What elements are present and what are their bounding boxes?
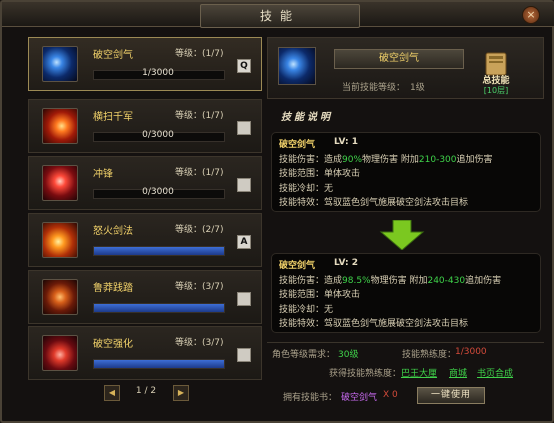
skill-name: 怒火剑法 <box>93 226 133 237</box>
proficiency-value: 1/3000 <box>455 347 487 357</box>
hotkey-slot[interactable]: A <box>237 235 251 249</box>
damage-line: 技能伤害：造成98.5%物理伤害 附加240-430追加伤害 <box>279 276 502 286</box>
level-value: LV: 2 <box>334 258 359 268</box>
role-level-value: 30级 <box>338 350 359 360</box>
level-info-box: 破空剑气 LV: 1 技能伤害：造成90%物理伤害 附加210-300追加伤害 … <box>271 132 541 212</box>
skill-progress-bar <box>93 359 225 369</box>
owned-books-row: 拥有技能书： 破空剑气 X 0 一键使用 <box>267 385 544 405</box>
pager: ◀ 1 / 2 ▶ <box>28 383 264 403</box>
use-all-button[interactable]: 一键使用 <box>417 387 485 404</box>
blue-slash-icon <box>278 47 316 85</box>
skill-row[interactable]: 破空剑气 等级：(1/7) 1/3000 Q <box>28 37 262 91</box>
window-title: 技能 <box>200 4 360 28</box>
skill-row[interactable]: 横扫千军 等级：(1/7) 0/3000 <box>28 99 262 153</box>
next-page-button[interactable]: ▶ <box>173 385 189 401</box>
skill-row[interactable]: 鲁莽践踏 等级：(3/7) <box>28 270 262 324</box>
source-link[interactable]: 商城 <box>449 366 467 379</box>
selected-skill-header: 破空剑气 当前技能等级： 1级 总技能 [10层] <box>267 37 544 99</box>
role-level-label: 角色等级需求： <box>272 350 336 360</box>
skill-level: 等级：(3/7) <box>175 282 224 292</box>
level-info-box: 破空剑气 LV: 2 技能伤害：造成98.5%物理伤害 附加240-430追加伤… <box>271 253 541 333</box>
effect-line: 技能特效：驾驭蓝色剑气施展破空剑法攻击目标 <box>279 198 469 208</box>
proficiency-sources: 获得技能熟练度： 巴王大厘 商城 书页合成 <box>267 363 544 379</box>
skill-name: 破空剑气 <box>93 50 133 61</box>
skill-progress-bar <box>93 303 225 313</box>
fire-sweep-icon <box>42 108 78 144</box>
owned-book-count: X 0 <box>383 390 398 400</box>
skill-level: 等级：(1/7) <box>175 111 224 121</box>
range-line: 技能范围：单体攻击 <box>279 290 361 300</box>
description-header: 技能说明 <box>267 107 544 123</box>
current-level-label: 当前技能等级： <box>342 83 406 93</box>
range-line: 技能范围：单体攻击 <box>279 169 361 179</box>
requirements-row: 角色等级需求： 30级 技能熟练度： 1/3000 <box>267 342 544 361</box>
owned-book-name: 破空剑气 <box>341 393 378 403</box>
level-skill-name: 破空剑气 <box>279 140 316 150</box>
skill-row[interactable]: 冲锋 等级：(1/7) 0/3000 <box>28 156 262 210</box>
hotkey-slot[interactable] <box>237 348 251 362</box>
blue-slash-icon <box>42 46 78 82</box>
skill-window: 技能 × 破空剑气 等级：(1/7) 1/3000 Q 横扫千军 等级：(1/7… <box>0 0 554 423</box>
prev-page-button[interactable]: ◀ <box>104 385 120 401</box>
cooldown-line: 技能冷却：无 <box>279 305 334 315</box>
skill-row[interactable]: 破空强化 等级：(3/7) <box>28 326 262 380</box>
owned-books-label: 拥有技能书： <box>283 393 338 403</box>
skill-book-sub: [10层] <box>483 86 509 95</box>
skill-level: 等级：(3/7) <box>175 338 224 348</box>
skill-progress-text: 1/3000 <box>142 68 174 78</box>
page-indicator: 1 / 2 <box>135 386 157 396</box>
skill-detail-panel: 破空剑气 当前技能等级： 1级 总技能 [10层] 技能说明 破空剑气 LV: … <box>267 37 544 407</box>
current-level-value: 1级 <box>410 83 425 93</box>
skill-name: 横扫千军 <box>93 112 133 123</box>
skill-name: 冲锋 <box>93 169 113 180</box>
skill-level: 等级：(1/7) <box>175 49 224 59</box>
description-title: 技能说明 <box>281 112 333 123</box>
source-link[interactable]: 书页合成 <box>477 366 513 379</box>
damage-line: 技能伤害：造成90%物理伤害 附加210-300追加伤害 <box>279 155 493 165</box>
stomp-icon <box>42 279 78 315</box>
level-value: LV: 1 <box>334 137 359 147</box>
title-bar: 技能 × <box>2 2 554 28</box>
sources-label: 获得技能熟练度： <box>329 369 402 379</box>
cooldown-line: 技能冷却：无 <box>279 184 334 194</box>
effect-line: 技能特效：驾驭蓝色剑气施展破空剑法攻击目标 <box>279 319 469 329</box>
selected-skill-name: 破空剑气 <box>334 49 464 69</box>
charge-icon <box>42 165 78 201</box>
hotkey-slot[interactable]: Q <box>237 59 251 73</box>
down-arrow-icon <box>379 220 425 250</box>
skill-row[interactable]: 怒火剑法 等级：(2/7) A <box>28 213 262 267</box>
skill-progress-text: 0/3000 <box>142 130 174 140</box>
skill-name: 破空强化 <box>93 339 133 350</box>
skill-level: 等级：(1/7) <box>175 168 224 178</box>
skill-progress-bar <box>93 246 225 256</box>
skill-progress-text: 0/3000 <box>142 187 174 197</box>
skill-list: 破空剑气 等级：(1/7) 1/3000 Q 横扫千军 等级：(1/7) 0/3… <box>28 37 264 402</box>
proficiency-label: 技能熟练度： <box>402 350 457 360</box>
fire-sword-icon <box>42 222 78 258</box>
empower-icon <box>42 335 78 371</box>
source-link[interactable]: 巴王大厘 <box>401 366 437 379</box>
hotkey-slot[interactable] <box>237 178 251 192</box>
skill-level: 等级：(2/7) <box>175 225 224 235</box>
skill-name: 鲁莽践踏 <box>93 283 133 294</box>
hotkey-slot[interactable] <box>237 292 251 306</box>
level-skill-name: 破空剑气 <box>279 261 316 271</box>
close-button[interactable]: × <box>522 6 540 24</box>
hotkey-slot[interactable] <box>237 121 251 135</box>
